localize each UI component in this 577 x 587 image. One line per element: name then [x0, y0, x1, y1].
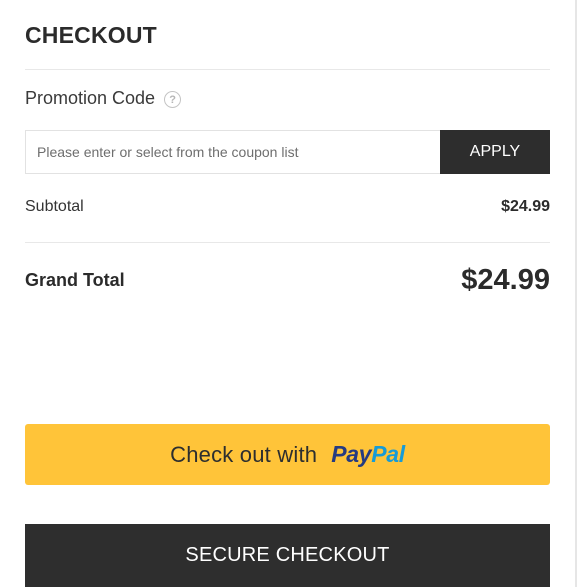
subtotal-value: $24.99: [501, 198, 550, 215]
secure-checkout-button[interactable]: SECURE CHECKOUT: [25, 524, 550, 587]
question-circle-icon[interactable]: ?: [164, 91, 182, 108]
promotion-code-row: Promotion Code ?: [25, 88, 182, 109]
paypal-logo-pal: Pal: [371, 441, 405, 467]
paypal-button-label: Check out with: [170, 441, 318, 467]
subtotal-label: Subtotal: [25, 198, 84, 215]
divider: [25, 242, 550, 243]
divider: [25, 69, 550, 70]
grand-total-row: Grand Total $24.99: [25, 264, 550, 297]
page-title: CHECKOUT: [25, 22, 157, 48]
promotion-code-label: Promotion Code: [25, 88, 156, 108]
apply-button[interactable]: APPLY: [440, 130, 550, 174]
paypal-logo: PayPal: [331, 441, 405, 468]
subtotal-row: Subtotal $24.99: [25, 198, 550, 216]
paypal-checkout-button[interactable]: Check out with PayPal: [25, 424, 550, 485]
grand-total-label: Grand Total: [25, 270, 125, 290]
grand-total-value: $24.99: [461, 264, 550, 296]
paypal-logo-pay: Pay: [331, 441, 372, 467]
coupon-input[interactable]: [25, 130, 440, 174]
